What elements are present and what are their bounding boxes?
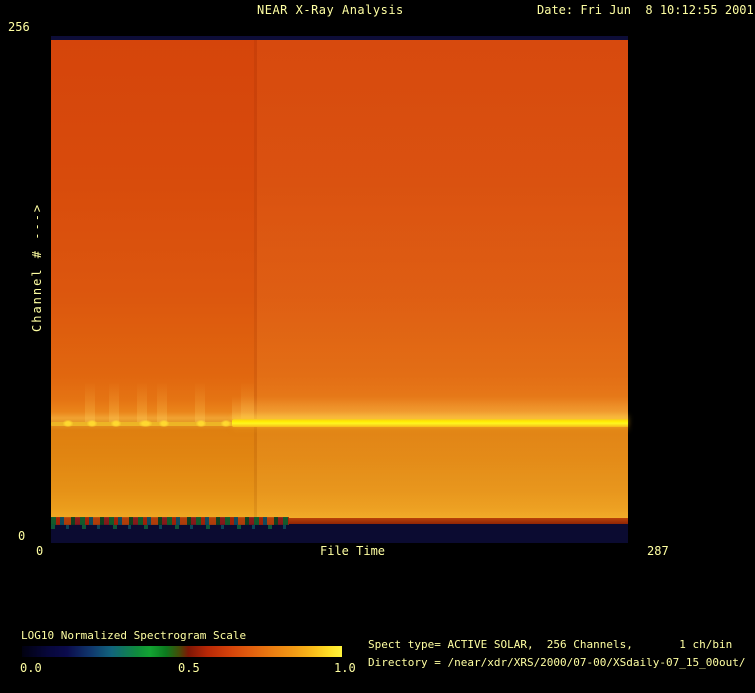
y-axis-tick-min: 0 <box>18 529 26 543</box>
directory-info: Directory = /near/xdr/XRS/2000/07-00/XSd… <box>368 656 746 669</box>
faint-line-bright-spot <box>196 420 206 427</box>
low-channel-noise-band <box>51 517 289 525</box>
y-axis-label: Channel # ---> <box>30 202 44 332</box>
date-label: Date: Fri Jun 8 10:12:55 2001 <box>537 3 754 17</box>
faint-line-bright-spot <box>139 420 152 427</box>
x-axis-tick-max: 287 <box>647 544 669 558</box>
vertical-streak <box>195 382 205 422</box>
faint-line-bright-spot <box>159 420 169 427</box>
faint-line-bright-spot <box>87 420 97 427</box>
spectrogram-vertical-seam <box>254 40 257 518</box>
x-axis-label: File Time <box>320 544 386 558</box>
vertical-streak <box>109 382 119 422</box>
vertical-streak <box>137 382 147 422</box>
emission-line-halo <box>232 396 628 419</box>
vertical-streak <box>157 382 167 422</box>
colorbar-gradient <box>22 646 342 657</box>
near-xray-analysis-window: NEAR X-Ray Analysis Date: Fri Jun 8 10:1… <box>0 0 755 693</box>
faint-line-bright-spot <box>63 420 73 427</box>
bright-emission-line <box>232 419 628 427</box>
x-axis-tick-min: 0 <box>36 544 44 558</box>
page-title: NEAR X-Ray Analysis <box>257 3 404 17</box>
spectrogram-right-brightening <box>257 40 628 518</box>
low-channel-noise-specks <box>51 525 289 529</box>
faint-line-bright-spot <box>221 420 231 427</box>
spect-type-info: Spect type= ACTIVE SOLAR, 256 Channels, … <box>368 638 733 651</box>
vertical-streak <box>85 382 95 422</box>
y-axis-tick-max: 256 <box>8 20 30 34</box>
colorbar-tick-0: 0.0 <box>20 661 42 675</box>
colorbar-title: LOG10 Normalized Spectrogram Scale <box>21 629 247 642</box>
colorbar-tick-05: 0.5 <box>178 661 200 675</box>
spectrogram-heatmap <box>51 36 628 543</box>
faint-line-bright-spot <box>111 420 121 427</box>
colorbar-tick-1: 1.0 <box>334 661 356 675</box>
